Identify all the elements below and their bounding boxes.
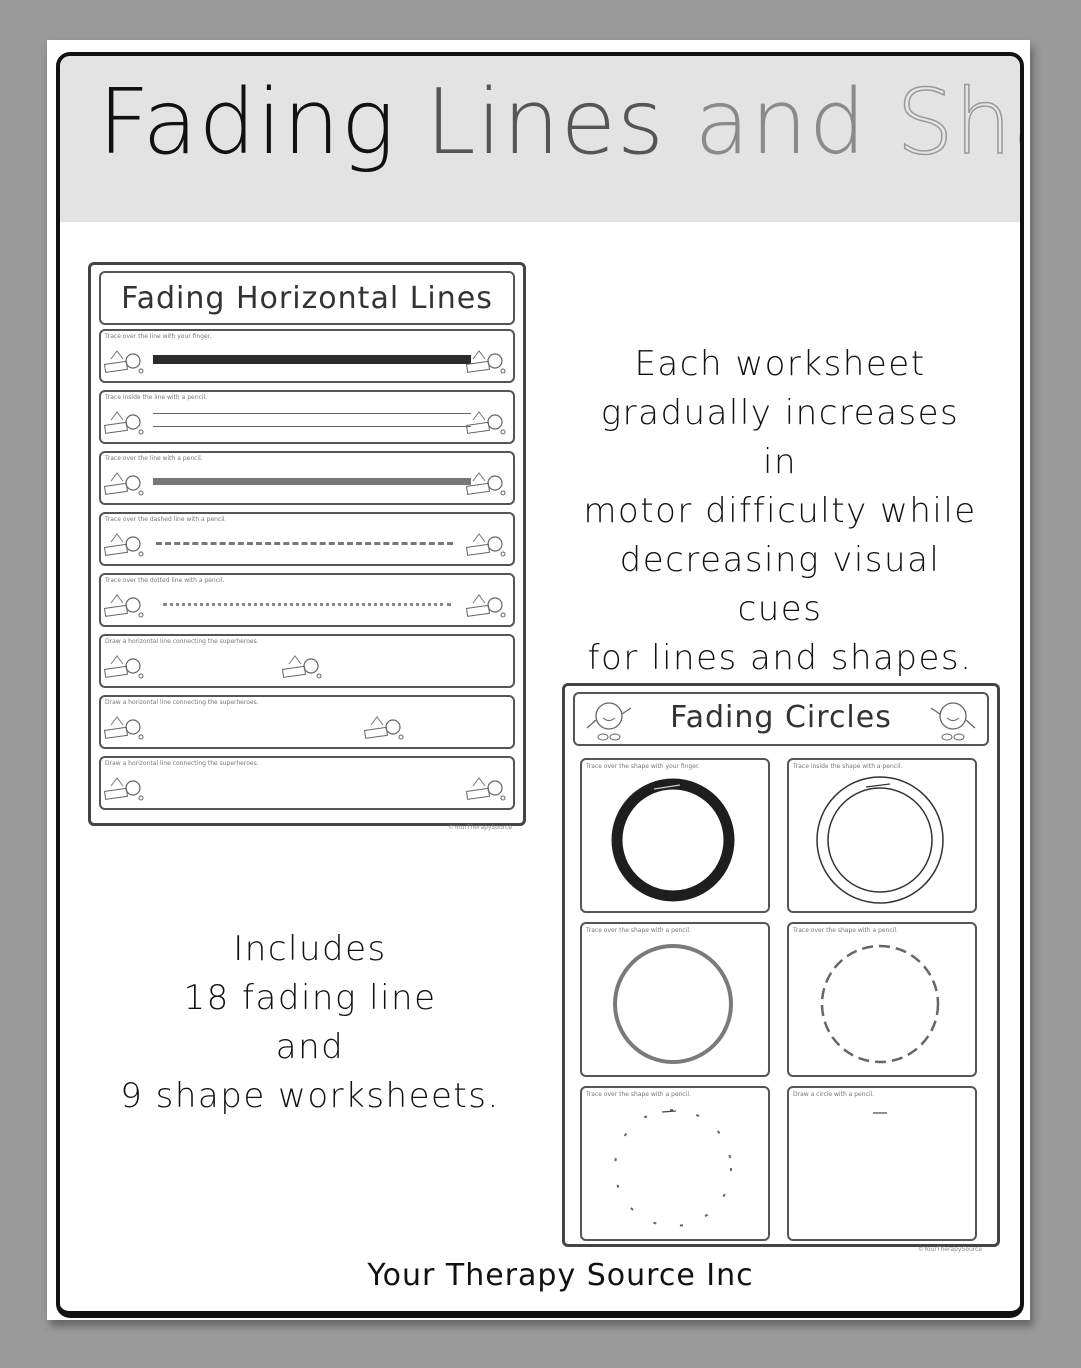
superhero-icon	[103, 472, 144, 496]
worksheet-title: Fading Circles	[670, 700, 892, 735]
worksheet-row: Trace over the line with your finger.	[99, 329, 515, 383]
worksheet-cell: Trace over the shape with a pencil.	[787, 922, 977, 1077]
superhero-icon	[363, 716, 404, 740]
includes-line: 18 fading line	[183, 978, 437, 1018]
cell-instruction: Trace over the shape with your finger.	[586, 763, 700, 770]
circle-figure	[614, 1109, 732, 1227]
row-instruction: Trace over the dashed line with a pencil…	[105, 516, 227, 523]
trace-line-dotted	[163, 603, 451, 606]
worksheet-preview-lines: Fading Horizontal Lines Trace over the l…	[88, 262, 526, 826]
trace-circle-outer	[816, 776, 944, 904]
cell-instruction: Trace over the shape with a pencil.	[793, 927, 898, 934]
worksheet-row: Draw a horizontal line connecting the su…	[99, 756, 515, 810]
superhero-icon	[465, 594, 506, 618]
footer-brand: Your Therapy Source Inc	[367, 1258, 754, 1293]
title-word-fading: Fading	[98, 70, 396, 175]
superhero-icon	[281, 655, 322, 679]
row-instruction: Trace inside the line with a pencil.	[105, 394, 208, 401]
row-instruction: Trace over the dotted line with a pencil…	[105, 577, 225, 584]
row-instruction: Trace over the line with a pencil.	[105, 455, 203, 462]
worksheet-copyright: ©YourTherapySource	[918, 1246, 983, 1253]
trace-circle	[820, 944, 940, 1064]
worksheet-copyright: ©YourTherapySource	[448, 824, 513, 831]
trace-circle	[613, 944, 733, 1064]
superhero-icon	[103, 716, 144, 740]
worksheet-row: Trace over the dashed line with a pencil…	[99, 512, 515, 566]
worksheet-title: Fading Horizontal Lines	[99, 271, 515, 325]
superhero-icon	[465, 472, 506, 496]
circle-figure	[816, 776, 944, 904]
superhero-icon	[465, 777, 506, 801]
includes-line: and	[275, 1027, 345, 1067]
superhero-icon	[103, 655, 144, 679]
cell-instruction: Trace over the shape with a pencil.	[586, 927, 691, 934]
trace-line-gray	[153, 478, 471, 485]
title-word-lines: Lines	[425, 70, 665, 175]
circle-figure	[873, 1112, 887, 1114]
worksheet-cell: Trace over the shape with a pencil.	[580, 1086, 770, 1241]
worksheet-row: Trace over the line with a pencil.	[99, 451, 515, 505]
trace-circle-inner	[827, 787, 933, 893]
superhero-icon	[465, 533, 506, 557]
superhero-icon	[103, 594, 144, 618]
worksheet-cell: Trace over the shape with your finger.	[580, 758, 770, 913]
title-word-and: and	[694, 70, 867, 175]
trace-line-solid	[153, 355, 471, 364]
row-instruction: Trace over the line with your finger.	[105, 333, 212, 340]
worksheet-row: Draw a horizontal line connecting the su…	[99, 634, 515, 688]
row-instruction: Draw a horizontal line connecting the su…	[105, 760, 259, 767]
description-line: decreasing visual cues	[619, 540, 941, 629]
superhero-icon	[465, 411, 506, 435]
worksheet-cell: Trace over the shape with a pencil.	[580, 922, 770, 1077]
description-line: gradually increases in	[600, 393, 960, 482]
trace-circle	[614, 1109, 732, 1227]
title-word-shapes: Shapes	[896, 69, 1020, 176]
worksheet-cell: Trace inside the shape with a pencil.	[787, 758, 977, 913]
trace-line-outline	[153, 413, 471, 427]
worksheet-row: Trace over the dotted line with a pencil…	[99, 573, 515, 627]
trace-line-dashed	[156, 542, 453, 545]
superhero-icon	[103, 350, 144, 374]
worksheet-preview-circles: Fading Circles Trace over the shape with…	[562, 683, 1000, 1247]
page-title: Fading Lines and Shapes	[98, 69, 1020, 176]
includes-line: Includes	[233, 929, 387, 969]
cell-instruction: Trace inside the shape with a pencil.	[793, 763, 903, 770]
description-line: motor difficulty while	[583, 491, 977, 531]
description-line: for lines and shapes.	[587, 638, 973, 678]
description-line: Each worksheet	[634, 344, 926, 384]
circle-figure	[820, 944, 940, 1064]
worksheet-title-box: Fading Circles	[573, 692, 989, 746]
superhero-icon	[103, 533, 144, 557]
superhero-icon	[465, 350, 506, 374]
worksheet-row: Draw a horizontal line connecting the su…	[99, 695, 515, 749]
circle-figure	[611, 778, 735, 902]
superhero-icon	[103, 411, 144, 435]
includes-line: 9 shape worksheets.	[120, 1076, 500, 1116]
cell-instruction: Trace over the shape with a pencil.	[586, 1091, 691, 1098]
description-text: Each worksheet gradually increases in mo…	[580, 340, 980, 683]
includes-text: Includes 18 fading line and 9 shape work…	[100, 925, 520, 1121]
worksheet-cell: Draw a circle with a pencil.	[787, 1086, 977, 1241]
superhero-icon	[103, 777, 144, 801]
direction-arrow	[865, 783, 891, 788]
trace-circle	[611, 778, 735, 902]
circle-figure	[613, 944, 733, 1064]
direction-arrow	[661, 1110, 677, 1113]
worksheet-row: Trace inside the line with a pencil.	[99, 390, 515, 444]
mascot-icon	[930, 702, 976, 741]
row-instruction: Draw a horizontal line connecting the su…	[105, 699, 259, 706]
cell-instruction: Draw a circle with a pencil.	[793, 1091, 875, 1098]
row-instruction: Draw a horizontal line connecting the su…	[105, 638, 259, 645]
